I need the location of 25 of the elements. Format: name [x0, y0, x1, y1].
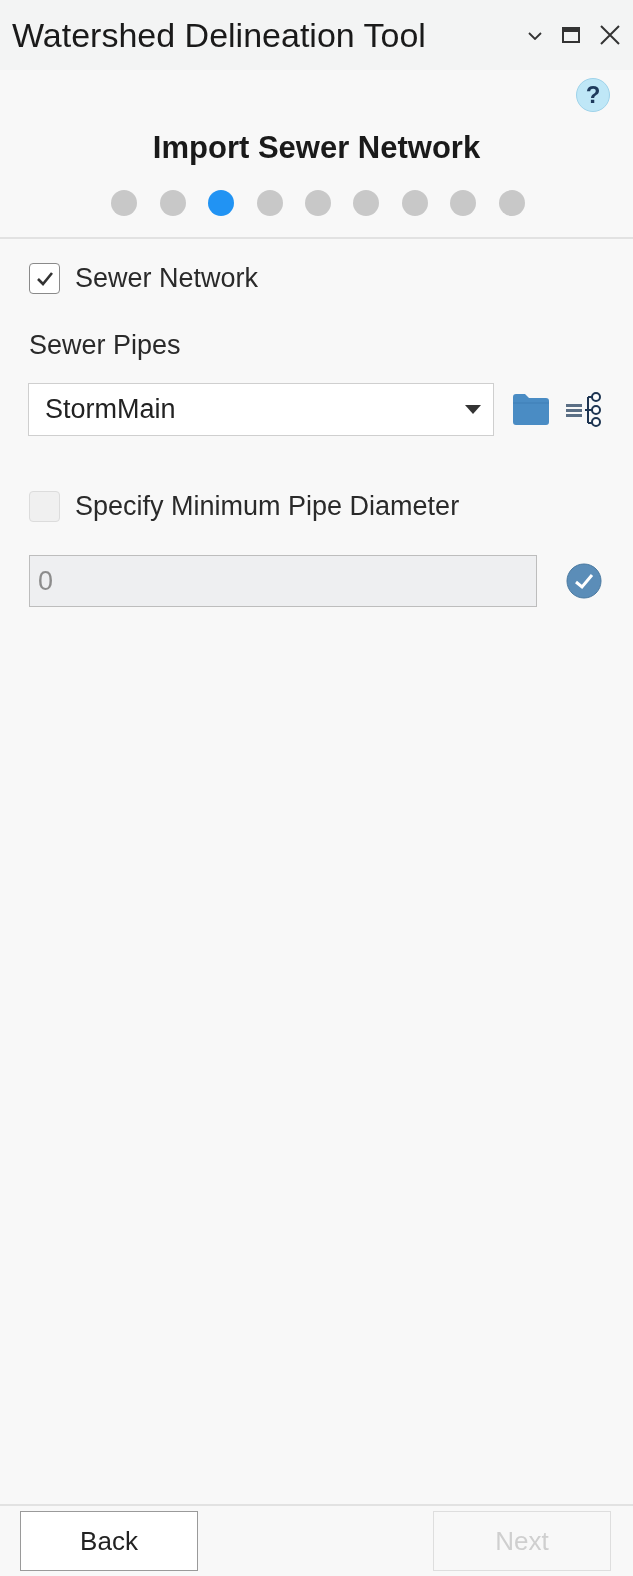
step-heading: Import Sewer Network [151, 130, 482, 166]
field-label: Sewer Pipes [29, 330, 182, 360]
checkbox-label: Sewer Network [75, 263, 259, 294]
checkbox-label: Specify Minimum Pipe Diameter [75, 491, 460, 522]
step-dot-icon[interactable] [159, 190, 186, 216]
step-dot-icon[interactable] [401, 190, 428, 216]
maximize-icon[interactable] [562, 27, 580, 43]
step-dot-icon[interactable] [111, 190, 138, 216]
step-dot-icon[interactable] [305, 190, 331, 216]
wizard-button[interactable]: Back [20, 1511, 198, 1571]
check-circle-icon[interactable] [566, 563, 602, 599]
step-dot-icon[interactable] [450, 190, 477, 216]
step-dot-icon[interactable] [256, 190, 283, 216]
tree-icon[interactable] [565, 391, 602, 428]
folder-icon[interactable] [513, 394, 549, 425]
checkbox[interactable] [29, 263, 60, 294]
step-dot-icon[interactable] [353, 190, 380, 216]
window-title: Watershed Delineation Tool [12, 15, 427, 55]
close-icon[interactable] [600, 25, 620, 45]
caret-icon [465, 405, 481, 414]
step-dot-icon[interactable] [208, 190, 235, 216]
step-dot-icon[interactable] [498, 190, 525, 216]
dropdown-field[interactable]: StormMain [28, 383, 494, 436]
help-button[interactable]: ? [576, 78, 610, 112]
chevron-down-icon[interactable] [528, 32, 542, 40]
